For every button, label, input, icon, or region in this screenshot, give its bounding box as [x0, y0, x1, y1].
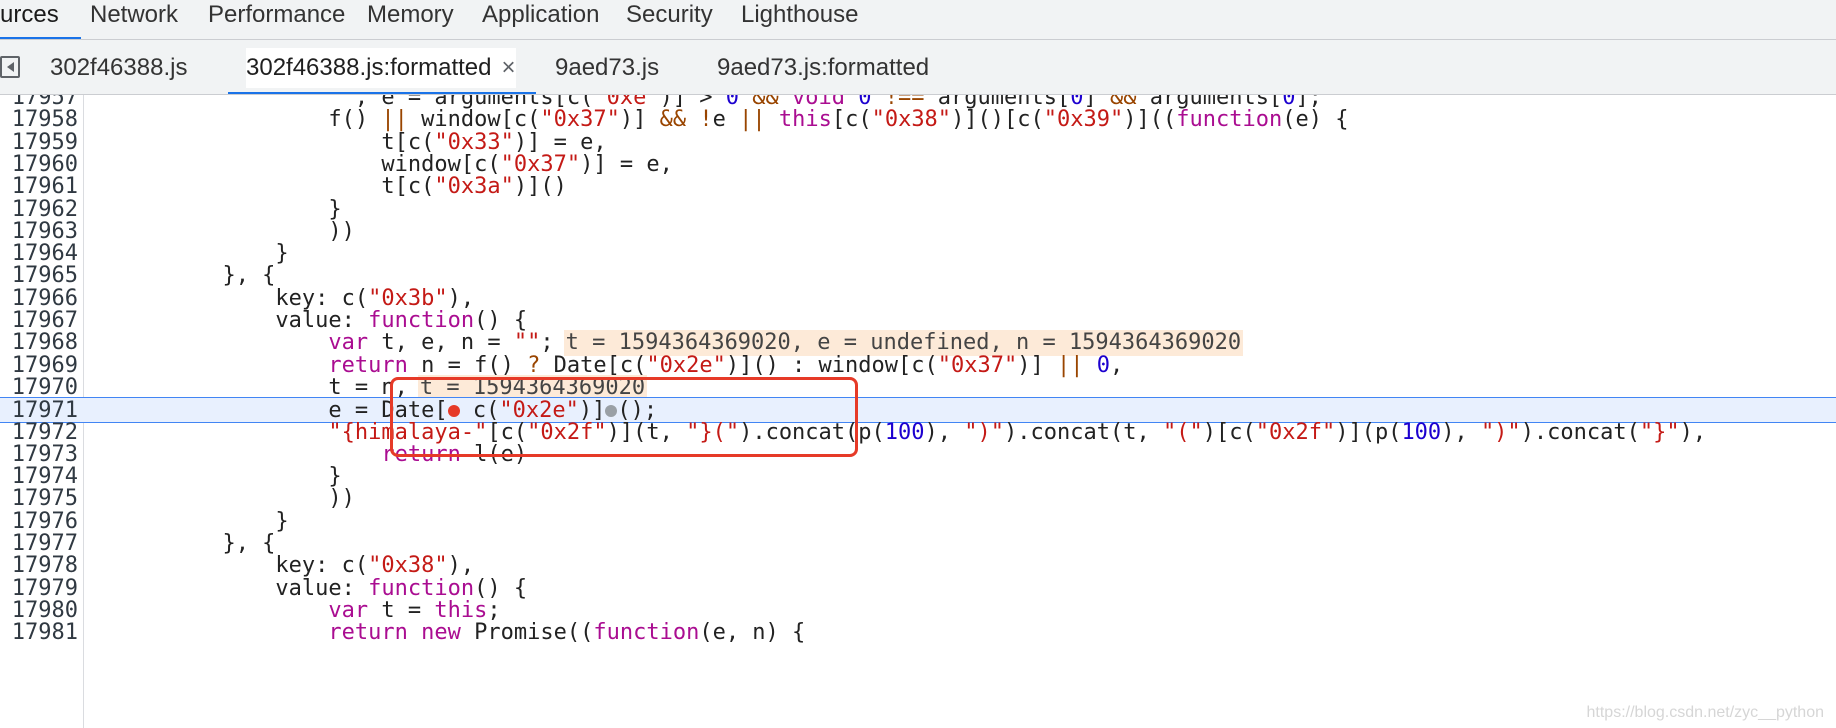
file-tab-label: 9aed73.js:formatted: [717, 54, 930, 81]
close-icon[interactable]: ×: [502, 48, 516, 88]
tab-application[interactable]: Application: [482, 0, 599, 39]
file-tab-label: 9aed73.js: [555, 54, 660, 81]
file-tab-302f46388-js-formatted[interactable]: 302f46388.js:formatted ×: [246, 48, 516, 88]
code-line: 17981 return new Promise((function(e, n)…: [0, 620, 1836, 646]
line-number[interactable]: 17981: [0, 620, 78, 646]
tab-network[interactable]: Network: [90, 0, 178, 39]
breakpoint-marker-icon[interactable]: [605, 405, 618, 418]
file-tab-label: 302f46388.js:formatted: [246, 54, 492, 81]
tab-lighthouse[interactable]: Lighthouse: [741, 0, 858, 39]
tab-memory[interactable]: Memory: [367, 0, 454, 39]
tab-sources[interactable]: urces: [0, 0, 81, 39]
file-tab-9aed73-js[interactable]: 9aed73.js: [555, 48, 659, 88]
file-tab-302f46388-js[interactable]: 302f46388.js: [50, 48, 187, 88]
tab-security[interactable]: Security: [626, 0, 713, 39]
breakpoint-marker-icon[interactable]: [447, 405, 460, 418]
file-tab-label: 302f46388.js: [50, 54, 188, 81]
watermark: https://blog.csdn.net/zyc__python: [1586, 704, 1824, 721]
file-tab-9aed73-js-formatted[interactable]: 9aed73.js:formatted: [717, 48, 929, 88]
code-editor[interactable]: 17957 , e = arguments[c("0xe")] > 0 && v…: [0, 95, 1836, 728]
panel-tab-bar: urces Network Performance Memory Applica…: [0, 0, 1836, 40]
code-text: return new Promise((function(e, n) {: [328, 620, 806, 646]
file-tab-bar: 302f46388.js 302f46388.js:formatted × 9ae…: [0, 40, 1836, 95]
devtools-window: urces Network Performance Memory Applica…: [0, 0, 1836, 728]
toggle-navigator-icon[interactable]: [0, 56, 20, 78]
tab-performance[interactable]: Performance: [208, 0, 345, 39]
